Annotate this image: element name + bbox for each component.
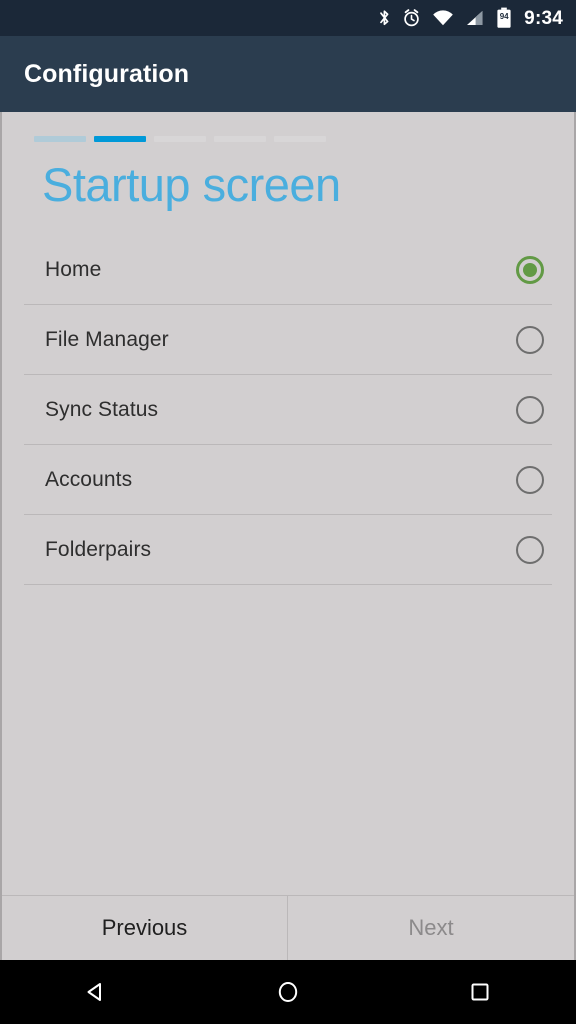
phone-screen: 94 9:34 Configuration Startup screen Hom… xyxy=(0,0,576,1024)
next-button[interactable]: Next xyxy=(288,896,574,960)
wizard-button-bar: Previous Next xyxy=(2,895,574,960)
option-row-file-manager[interactable]: File Manager xyxy=(2,305,574,374)
recents-square-icon[interactable] xyxy=(432,979,528,1005)
radio-button-home[interactable] xyxy=(516,255,544,284)
option-row-sync-status[interactable]: Sync Status xyxy=(2,375,574,444)
previous-button[interactable]: Previous xyxy=(2,896,288,960)
radio-button-accounts[interactable] xyxy=(516,465,544,494)
option-label: Folderpairs xyxy=(45,537,152,561)
page-title: Configuration xyxy=(24,59,190,88)
section-heading: Startup screen xyxy=(42,158,341,211)
back-triangle-icon[interactable] xyxy=(48,979,144,1005)
radio-button-sync-status[interactable] xyxy=(516,395,544,424)
battery-level-text: 94 xyxy=(499,12,509,21)
option-row-accounts[interactable]: Accounts xyxy=(2,445,574,514)
radio-button-file-manager[interactable] xyxy=(516,325,544,354)
wizard-step-indicator xyxy=(2,112,574,142)
radio-button-folderpairs[interactable] xyxy=(516,535,544,564)
option-label: Home xyxy=(45,257,102,281)
home-circle-icon[interactable] xyxy=(240,979,336,1005)
status-bar: 94 9:34 xyxy=(0,0,576,36)
alarm-icon xyxy=(402,8,421,28)
option-label: File Manager xyxy=(45,327,169,351)
option-label: Sync Status xyxy=(45,397,159,421)
wifi-icon xyxy=(432,8,454,28)
app-bar: Configuration xyxy=(0,36,576,112)
cellular-signal-icon xyxy=(465,8,485,28)
bluetooth-icon xyxy=(378,8,391,28)
battery-icon: 94 xyxy=(496,7,512,29)
startup-screen-option-list: Home File Manager Sync Status Accounts F… xyxy=(2,235,574,586)
option-row-folderpairs[interactable]: Folderpairs xyxy=(2,515,574,584)
option-label: Accounts xyxy=(45,467,133,491)
content-area: Startup screen Home File Manager Sync St… xyxy=(0,112,576,960)
android-navigation-bar xyxy=(0,960,576,1024)
status-bar-clock: 9:34 xyxy=(524,7,563,29)
option-row-home[interactable]: Home xyxy=(2,235,574,304)
